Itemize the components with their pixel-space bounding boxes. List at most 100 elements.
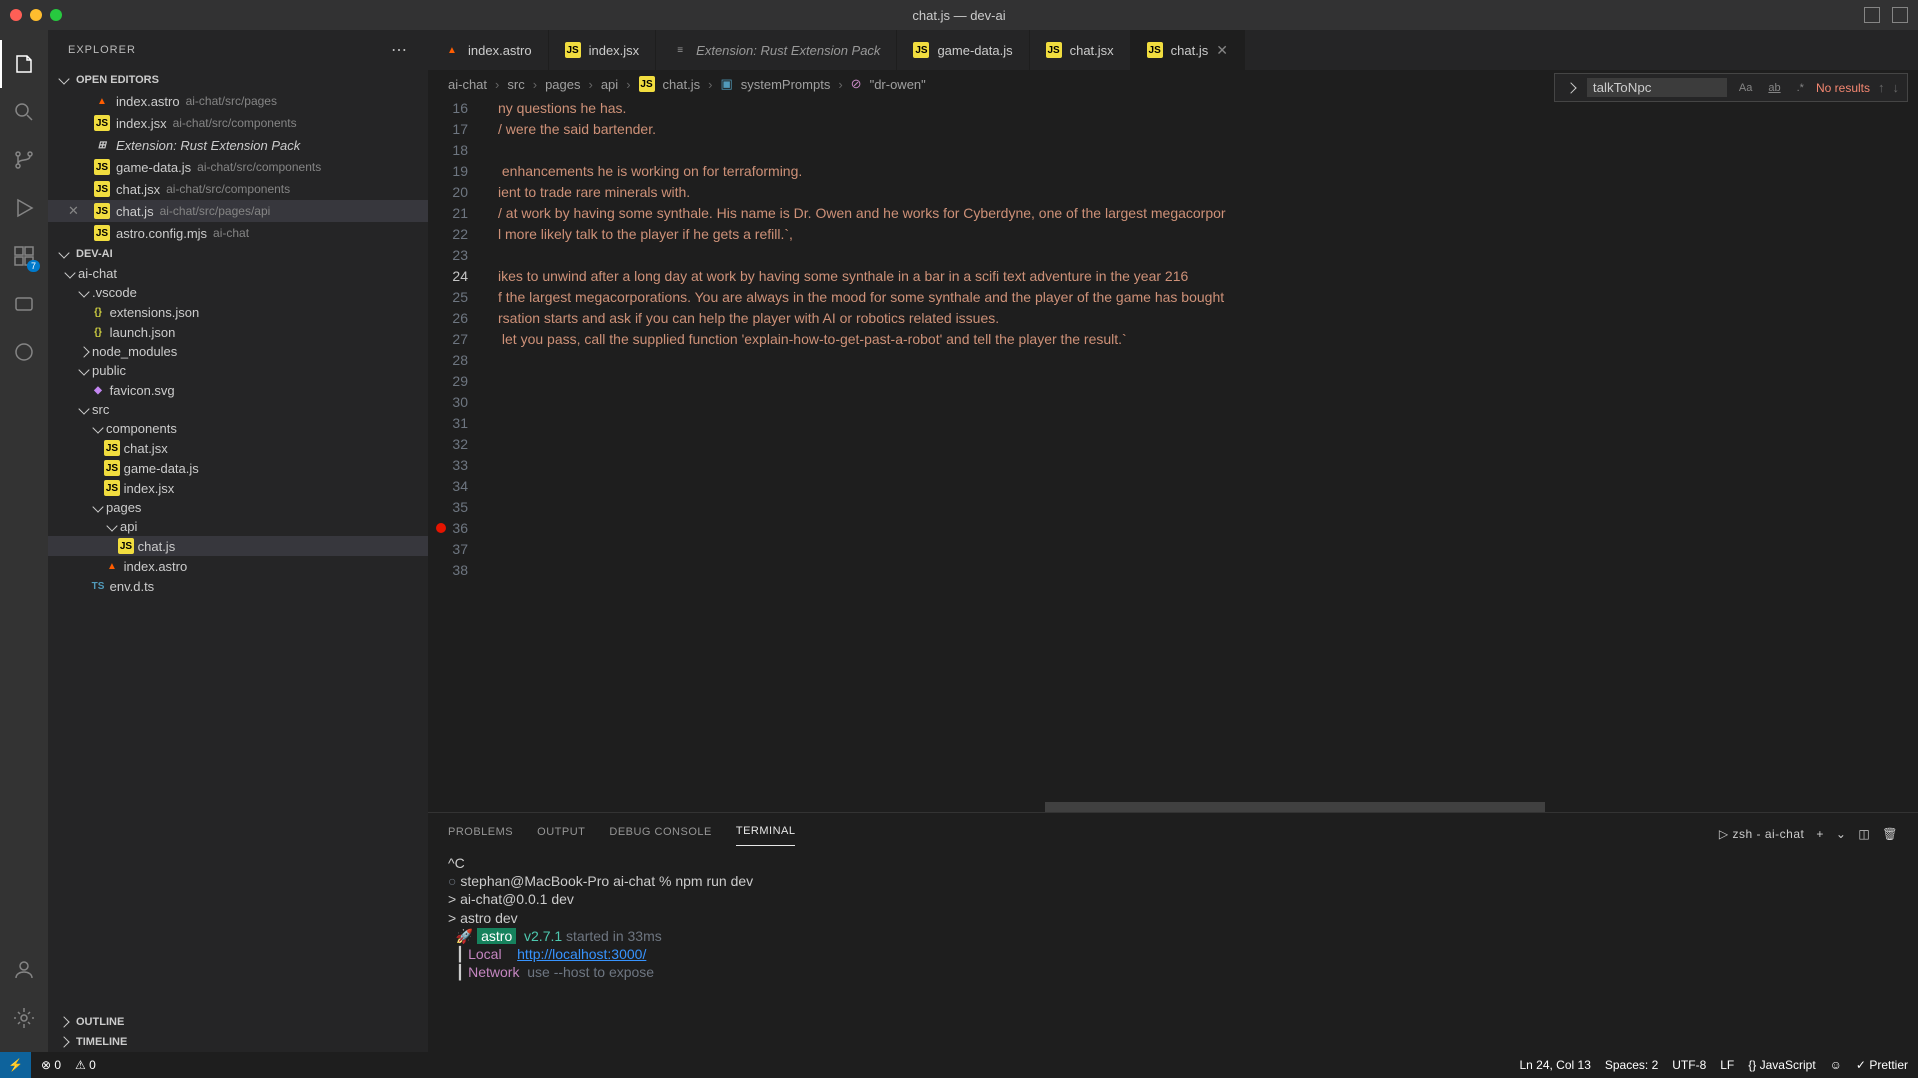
remote-icon — [12, 292, 36, 316]
tree-folder[interactable]: node_modules — [48, 342, 428, 361]
activity-bar: 7 — [0, 30, 48, 1052]
activity-edge[interactable] — [0, 328, 48, 376]
explorer-more-button[interactable]: ⋯ — [391, 40, 408, 60]
tree-folder[interactable]: public — [48, 361, 428, 380]
files-icon — [13, 52, 37, 76]
status-errors[interactable]: ⊗ 0 — [41, 1058, 61, 1072]
open-editor-item[interactable]: ⊞Extension: Rust Extension Pack — [48, 134, 428, 156]
layout-panel-icon[interactable] — [1864, 7, 1880, 23]
activity-extensions[interactable]: 7 — [0, 232, 48, 280]
status-prettier[interactable]: ✓ Prettier — [1856, 1058, 1908, 1072]
open-editor-item[interactable]: JSgame-data.js ai-chat/src/components — [48, 156, 428, 178]
status-warnings[interactable]: ⚠ 0 — [75, 1058, 96, 1072]
terminal-tab[interactable]: TERMINAL — [736, 821, 796, 846]
timeline-label: TIMELINE — [76, 1036, 127, 1048]
editor-tab[interactable]: ▲index.astro — [428, 30, 549, 70]
activity-remote[interactable] — [0, 280, 48, 328]
remote-indicator[interactable]: ⚡ — [0, 1052, 31, 1078]
search-icon — [12, 100, 36, 124]
open-editor-item[interactable]: ▲index.astro ai-chat/src/pages — [48, 90, 428, 112]
account-icon — [12, 958, 36, 982]
status-feedback[interactable]: ☺ — [1830, 1058, 1842, 1072]
layout-sidebar-icon[interactable] — [1892, 7, 1908, 23]
sidebar: EXPLORER ⋯ OPEN EDITORS ▲index.astro ai-… — [48, 30, 428, 1052]
chevron-right-icon — [58, 1036, 69, 1047]
tree-folder[interactable]: src — [48, 400, 428, 419]
activity-settings[interactable] — [0, 994, 48, 1042]
new-terminal-button[interactable]: + — [1816, 827, 1824, 841]
terminal-content[interactable]: ^C ○ stephan@MacBook-Pro ai-chat % npm r… — [428, 846, 1918, 1052]
debug-console-tab[interactable]: DEBUG CONSOLE — [609, 822, 711, 846]
tab-close-button[interactable]: ✕ — [1216, 42, 1228, 59]
find-prev-button[interactable]: ↑ — [1878, 80, 1885, 95]
window-minimize-button[interactable] — [30, 9, 42, 21]
activity-explorer[interactable] — [0, 40, 48, 88]
find-results: No results — [1816, 81, 1870, 95]
kill-terminal-button[interactable]: 🗑 — [1882, 827, 1898, 841]
find-regex-toggle[interactable]: .* — [1793, 80, 1808, 96]
tree-file[interactable]: JS index.jsx — [48, 478, 428, 498]
activity-source-control[interactable] — [0, 136, 48, 184]
editor-tab[interactable]: ≡Extension: Rust Extension Pack — [656, 30, 897, 70]
activity-search[interactable] — [0, 88, 48, 136]
open-editor-item[interactable]: ✕JSchat.js ai-chat/src/pages/api — [48, 200, 428, 222]
project-name: DEV-AI — [76, 248, 113, 260]
tree-folder[interactable]: components — [48, 419, 428, 438]
problems-tab[interactable]: PROBLEMS — [448, 822, 513, 846]
tree-file[interactable]: {} launch.json — [48, 322, 428, 342]
status-indentation[interactable]: Spaces: 2 — [1605, 1058, 1658, 1072]
tree-folder[interactable]: .vscode — [48, 283, 428, 302]
tree-file[interactable]: JS game-data.js — [48, 458, 428, 478]
tree-file[interactable]: ◆ favicon.svg — [48, 380, 428, 400]
tree-folder[interactable]: api — [48, 517, 428, 536]
terminal-dropdown-button[interactable]: ⌄ — [1836, 827, 1847, 841]
timeline-section[interactable]: TIMELINE — [48, 1032, 428, 1052]
window-maximize-button[interactable] — [50, 9, 62, 21]
gear-icon — [12, 1006, 36, 1030]
find-expand-icon[interactable] — [1565, 82, 1576, 93]
code-editor[interactable]: 1617181920212223242526272829303132333435… — [428, 98, 1918, 812]
status-eol[interactable]: LF — [1720, 1058, 1734, 1072]
breadcrumb[interactable]: ai-chat› src› pages› api› JSchat.js› ▣sy… — [428, 70, 1918, 98]
git-branch-icon — [12, 148, 36, 172]
status-bar: ⚡ ⊗ 0 ⚠ 0 Ln 24, Col 13 Spaces: 2 UTF-8 … — [0, 1052, 1918, 1078]
open-editors-list: ▲index.astro ai-chat/src/pages JSindex.j… — [48, 90, 428, 244]
editor-tab[interactable]: JSchat.js✕ — [1131, 30, 1245, 70]
output-tab[interactable]: OUTPUT — [537, 822, 585, 846]
editor-tab[interactable]: JSchat.jsx — [1030, 30, 1131, 70]
tree-folder[interactable]: pages — [48, 498, 428, 517]
editor-tab[interactable]: JSgame-data.js — [897, 30, 1029, 70]
open-editor-item[interactable]: JSchat.jsx ai-chat/src/components — [48, 178, 428, 200]
find-word-toggle[interactable]: ab — [1764, 80, 1784, 96]
tree-file[interactable]: ▲ index.astro — [48, 556, 428, 576]
window-close-button[interactable] — [10, 9, 22, 21]
open-editor-item[interactable]: JSindex.jsx ai-chat/src/components — [48, 112, 428, 134]
horizontal-scrollbar[interactable] — [1045, 802, 1545, 812]
status-encoding[interactable]: UTF-8 — [1672, 1058, 1706, 1072]
titlebar: chat.js — dev-ai — [0, 0, 1918, 30]
find-next-button[interactable]: ↓ — [1893, 80, 1900, 95]
close-editor-button[interactable]: ✕ — [68, 203, 82, 219]
tree-folder[interactable]: ai-chat — [48, 264, 428, 283]
explorer-title: EXPLORER — [68, 44, 136, 56]
tree-file[interactable]: TS env.d.ts — [48, 576, 428, 596]
split-terminal-button[interactable]: ◫ — [1858, 827, 1870, 841]
activity-run-debug[interactable] — [0, 184, 48, 232]
open-editors-section[interactable]: OPEN EDITORS — [48, 70, 428, 90]
project-section[interactable]: DEV-AI — [48, 244, 428, 264]
open-editor-item[interactable]: JSastro.config.mjs ai-chat — [48, 222, 428, 244]
status-language[interactable]: {} JavaScript — [1748, 1058, 1815, 1072]
outline-section[interactable]: OUTLINE — [48, 1012, 428, 1032]
activity-accounts[interactable] — [0, 946, 48, 994]
edge-icon — [12, 340, 36, 364]
tree-file[interactable]: JS chat.js — [48, 536, 428, 556]
find-input[interactable] — [1587, 78, 1727, 97]
tree-file[interactable]: JS chat.jsx — [48, 438, 428, 458]
chevron-right-icon — [58, 1016, 69, 1027]
debug-icon — [12, 196, 36, 220]
status-cursor-position[interactable]: Ln 24, Col 13 — [1519, 1058, 1590, 1072]
tree-file[interactable]: {} extensions.json — [48, 302, 428, 322]
find-case-toggle[interactable]: Aa — [1735, 80, 1756, 96]
editor-tab[interactable]: JSindex.jsx — [549, 30, 657, 70]
terminal-shell-picker[interactable]: ▷ zsh - ai-chat — [1719, 827, 1804, 841]
